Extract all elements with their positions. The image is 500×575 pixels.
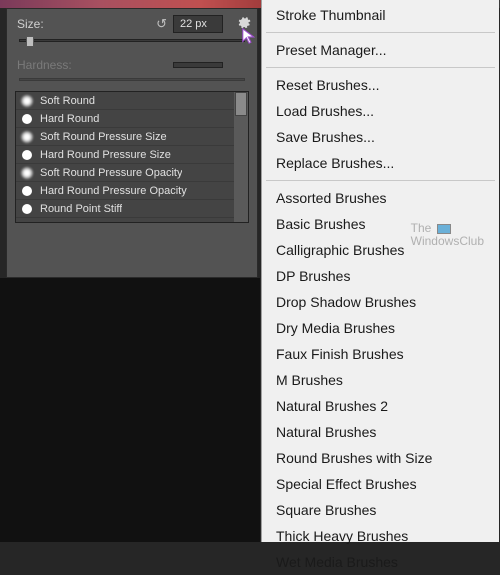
brush-preset-name: Soft Round Pressure Size — [40, 131, 167, 143]
size-row: Size: ↺ 22 px — [7, 9, 257, 33]
brush-swatch-icon — [20, 166, 34, 180]
brush-preset-item[interactable]: Round Point Stiff — [16, 200, 248, 218]
size-label: Size: — [17, 17, 69, 31]
brush-preset-name: Hard Round Pressure Opacity — [40, 185, 187, 197]
menu-item[interactable]: Natural Brushes 2 — [262, 393, 499, 419]
menu-item[interactable]: Round Brushes with Size — [262, 445, 499, 471]
canvas-background — [0, 278, 260, 542]
size-slider-thumb[interactable] — [26, 36, 34, 47]
hardness-input[interactable] — [173, 62, 223, 68]
menu-separator — [266, 67, 495, 68]
size-input[interactable]: 22 px — [173, 15, 223, 33]
reset-size-icon[interactable]: ↺ — [156, 16, 167, 32]
menu-item[interactable]: Drop Shadow Brushes — [262, 289, 499, 315]
brush-swatch-icon — [20, 94, 34, 108]
menu-separator — [266, 32, 495, 33]
brush-swatch-icon — [20, 184, 34, 198]
brush-swatch-icon — [20, 130, 34, 144]
brush-preset-item[interactable]: Soft Round Pressure Size — [16, 128, 248, 146]
menu-item[interactable]: Calligraphic Brushes — [262, 237, 499, 263]
menu-item[interactable]: Square Brushes — [262, 497, 499, 523]
brush-swatch-icon — [20, 112, 34, 126]
brush-preset-item[interactable]: Soft Round Pressure Opacity — [16, 164, 248, 182]
menu-item[interactable]: Stroke Thumbnail — [262, 2, 499, 28]
menu-item[interactable]: Basic Brushes — [262, 211, 499, 237]
brush-swatch-icon — [20, 202, 34, 216]
cursor-icon — [241, 27, 259, 45]
brush-preset-name: Hard Round Pressure Size — [40, 149, 171, 161]
brush-preset-name: Soft Round Pressure Opacity — [40, 167, 182, 179]
brush-preset-name: Soft Round — [40, 95, 95, 107]
menu-item[interactable]: Wet Media Brushes — [262, 549, 499, 575]
menu-item[interactable]: Save Brushes... — [262, 124, 499, 150]
menu-item[interactable]: Assorted Brushes — [262, 185, 499, 211]
brush-preset-item[interactable]: Hard Round Pressure Size — [16, 146, 248, 164]
hardness-label: Hardness: — [17, 58, 69, 72]
brush-preset-item[interactable]: Soft Round — [16, 92, 248, 110]
menu-item[interactable]: Replace Brushes... — [262, 150, 499, 176]
hardness-slider[interactable] — [19, 78, 245, 81]
brush-list-scroll-thumb[interactable] — [235, 92, 247, 116]
menu-item[interactable]: Preset Manager... — [262, 37, 499, 63]
brush-preset-item[interactable]: Hard Round Pressure Opacity — [16, 182, 248, 200]
brush-preset-item[interactable]: Hard Round — [16, 110, 248, 128]
brush-list-scrollbar[interactable] — [234, 92, 248, 222]
menu-item[interactable]: Thick Heavy Brushes — [262, 523, 499, 549]
hardness-row: Hardness: — [7, 52, 257, 72]
menu-item[interactable]: Natural Brushes — [262, 419, 499, 445]
brush-preset-panel: Size: ↺ 22 px Hardness: Soft Round Hard R… — [6, 8, 258, 278]
menu-item[interactable]: Load Brushes... — [262, 98, 499, 124]
menu-item[interactable]: Reset Brushes... — [262, 72, 499, 98]
brush-preset-name: Round Point Stiff — [40, 203, 122, 215]
menu-item[interactable]: Special Effect Brushes — [262, 471, 499, 497]
brush-swatch-icon — [20, 148, 34, 162]
size-slider[interactable] — [19, 39, 245, 42]
menu-separator — [266, 180, 495, 181]
menu-item[interactable]: Faux Finish Brushes — [262, 341, 499, 367]
brush-preset-list: Soft Round Hard Round Soft Round Pressure … — [15, 91, 249, 223]
menu-item[interactable]: M Brushes — [262, 367, 499, 393]
brush-flyout-menu: Stroke Thumbnail Preset Manager... Reset B… — [261, 0, 499, 542]
menu-item[interactable]: DP Brushes — [262, 263, 499, 289]
brush-preset-name: Hard Round — [40, 113, 99, 125]
menu-item[interactable]: Dry Media Brushes — [262, 315, 499, 341]
